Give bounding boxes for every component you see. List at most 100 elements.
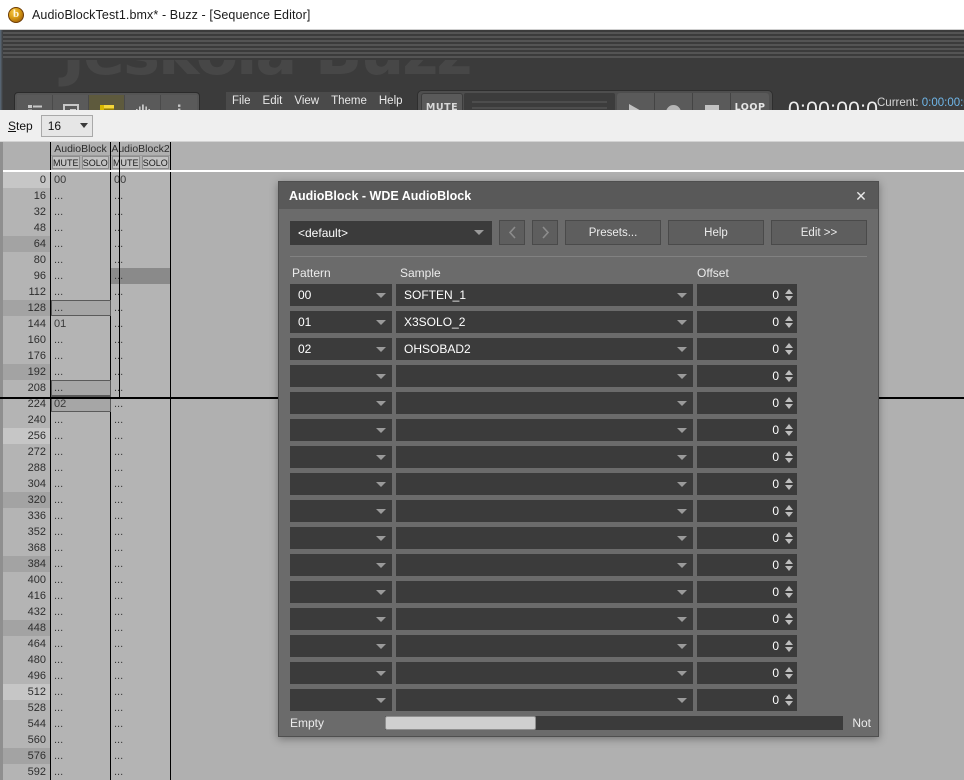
pattern-select[interactable] <box>290 581 392 603</box>
sample-select[interactable] <box>396 608 693 630</box>
spinner-down-icon[interactable] <box>785 431 793 436</box>
spinner-arrows[interactable] <box>785 586 793 598</box>
play-button[interactable] <box>617 93 655 110</box>
sample-select[interactable]: SOFTEN_1 <box>396 284 693 306</box>
spinner-arrows[interactable] <box>785 451 793 463</box>
track-1-cell[interactable]: ... <box>51 668 111 684</box>
track-2-cell[interactable]: ... <box>111 268 171 284</box>
spinner-up-icon[interactable] <box>785 586 793 591</box>
track-2-cell[interactable]: ... <box>111 732 171 748</box>
spinner-down-icon[interactable] <box>785 458 793 463</box>
track-1-cell[interactable]: ... <box>51 412 111 428</box>
spinner-arrows[interactable] <box>785 532 793 544</box>
track-2-cell[interactable]: ... <box>111 460 171 476</box>
spinner-up-icon[interactable] <box>785 289 793 294</box>
spinner-up-icon[interactable] <box>785 316 793 321</box>
track-1-cell[interactable]: ... <box>51 380 111 396</box>
sequence-view-button[interactable] <box>89 95 125 110</box>
track-1-cell[interactable]: ... <box>51 444 111 460</box>
sample-select[interactable]: OHSOBAD2 <box>396 338 693 360</box>
dialog-titlebar[interactable]: AudioBlock - WDE AudioBlock ✕ <box>279 182 878 209</box>
offset-stepper[interactable]: 0 <box>697 446 797 468</box>
track-2-cell[interactable]: ... <box>111 572 171 588</box>
sample-select[interactable] <box>396 554 693 576</box>
machine-view-button[interactable] <box>53 95 89 110</box>
spinner-up-icon[interactable] <box>785 343 793 348</box>
spinner-down-icon[interactable] <box>785 377 793 382</box>
spinner-down-icon[interactable] <box>785 620 793 625</box>
pattern-select[interactable] <box>290 500 392 522</box>
sample-select[interactable] <box>396 527 693 549</box>
sequence-row[interactable]: 576...... <box>3 748 964 764</box>
pattern-select[interactable] <box>290 635 392 657</box>
track-2-mute-button[interactable]: MUTE <box>112 156 140 169</box>
track-1-cell[interactable]: ... <box>51 524 111 540</box>
track-2-solo-button[interactable]: SOLO <box>142 156 170 169</box>
track-1-cell[interactable]: ... <box>51 764 111 780</box>
pattern-select[interactable] <box>290 689 392 711</box>
info-view-button[interactable] <box>161 95 197 110</box>
stop-button[interactable] <box>693 93 731 110</box>
track-1-cell[interactable]: ... <box>51 604 111 620</box>
spinner-arrows[interactable] <box>785 640 793 652</box>
list-view-button[interactable] <box>17 95 53 110</box>
track-2-cell[interactable]: ... <box>111 748 171 764</box>
spinner-up-icon[interactable] <box>785 667 793 672</box>
pattern-select[interactable] <box>290 473 392 495</box>
offset-stepper[interactable]: 0 <box>697 365 797 387</box>
track-2-cell[interactable]: ... <box>111 636 171 652</box>
track-1-cell[interactable]: ... <box>51 268 111 284</box>
offset-stepper[interactable]: 0 <box>697 311 797 333</box>
track-2-cell[interactable]: ... <box>111 620 171 636</box>
spinner-down-icon[interactable] <box>785 512 793 517</box>
offset-stepper[interactable]: 0 <box>697 500 797 522</box>
track-1-cell[interactable]: ... <box>51 220 111 236</box>
pattern-select[interactable] <box>290 446 392 468</box>
spinner-up-icon[interactable] <box>785 397 793 402</box>
track-2-cell[interactable]: ... <box>111 316 171 332</box>
offset-stepper[interactable]: 0 <box>697 581 797 603</box>
spinner-arrows[interactable] <box>785 370 793 382</box>
offset-stepper[interactable]: 0 <box>697 392 797 414</box>
track-1-cell[interactable]: ... <box>51 284 111 300</box>
spinner-arrows[interactable] <box>785 559 793 571</box>
pattern-select[interactable] <box>290 554 392 576</box>
track-1-cell[interactable]: ... <box>51 588 111 604</box>
spinner-arrows[interactable] <box>785 343 793 355</box>
track-1-cell[interactable]: ... <box>51 620 111 636</box>
offset-stepper[interactable]: 0 <box>697 635 797 657</box>
spinner-down-icon[interactable] <box>785 485 793 490</box>
offset-stepper[interactable]: 0 <box>697 662 797 684</box>
track-2-cell[interactable]: ... <box>111 668 171 684</box>
spinner-arrows[interactable] <box>785 505 793 517</box>
sample-select[interactable] <box>396 689 693 711</box>
track-2-cell[interactable]: ... <box>111 764 171 780</box>
spinner-down-icon[interactable] <box>785 566 793 571</box>
spinner-down-icon[interactable] <box>785 296 793 301</box>
track-2-cell[interactable]: ... <box>111 604 171 620</box>
menu-edit[interactable]: Edit <box>263 95 283 107</box>
track-2-cell[interactable]: ... <box>111 716 171 732</box>
spinner-down-icon[interactable] <box>785 350 793 355</box>
spinner-down-icon[interactable] <box>785 674 793 679</box>
spinner-up-icon[interactable] <box>785 613 793 618</box>
sample-select[interactable]: X3SOLO_2 <box>396 311 693 333</box>
track-2-cell[interactable]: ... <box>111 236 171 252</box>
spinner-up-icon[interactable] <box>785 451 793 456</box>
track-1-cell[interactable]: ... <box>51 236 111 252</box>
track-2-cell[interactable]: ... <box>111 220 171 236</box>
sample-select[interactable] <box>396 635 693 657</box>
spinner-arrows[interactable] <box>785 613 793 625</box>
next-preset-button[interactable] <box>532 220 558 245</box>
step-select[interactable]: 16 <box>41 115 93 137</box>
pattern-select[interactable] <box>290 662 392 684</box>
pattern-select[interactable]: 01 <box>290 311 392 333</box>
track-1-cell[interactable]: ... <box>51 556 111 572</box>
spinner-up-icon[interactable] <box>785 532 793 537</box>
track-1-cell[interactable]: 00 <box>51 172 111 188</box>
track-1-cell[interactable]: ... <box>51 540 111 556</box>
track-2-cell[interactable]: ... <box>111 188 171 204</box>
spinner-down-icon[interactable] <box>785 404 793 409</box>
pattern-select[interactable]: 02 <box>290 338 392 360</box>
preset-select[interactable]: <default> <box>290 221 492 245</box>
